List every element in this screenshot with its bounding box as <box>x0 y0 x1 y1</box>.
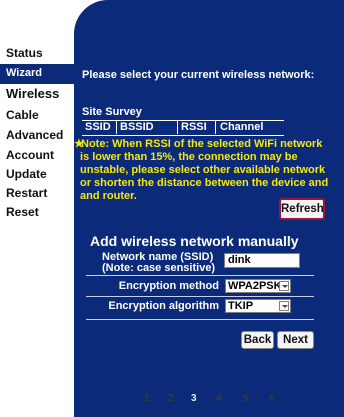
column-divider <box>177 121 178 134</box>
page-step-4: 4 <box>216 393 222 404</box>
note-line: is lower than 15%, the connection may be <box>80 151 298 163</box>
sidebar-item-restart[interactable]: Restart <box>6 186 47 200</box>
sidebar-item-wireless[interactable]: Wireless <box>6 86 59 101</box>
star-icon: ★ <box>74 138 84 150</box>
wizard-panel: Please select your current wireless netw… <box>74 0 344 417</box>
encryption-method-select[interactable]: WPA2PSK <box>225 279 291 293</box>
sidebar-item-account[interactable]: Account <box>6 148 54 162</box>
sidebar-item-reset[interactable]: Reset <box>6 205 39 219</box>
chevron-down-icon[interactable] <box>279 301 289 311</box>
sidebar-item-wizard[interactable]: Wizard <box>0 64 74 84</box>
ssid-note-line: (Note: case sensitive) <box>102 262 216 274</box>
page-step-2: 2 <box>168 393 174 404</box>
divider <box>86 275 314 276</box>
ssid-input[interactable]: dink <box>224 253 300 268</box>
page-heading: Please select your current wireless netw… <box>82 69 315 81</box>
column-channel[interactable]: Channel <box>220 121 263 133</box>
note-line: Note: When RSSI of the selected WiFi net… <box>81 138 323 150</box>
encryption-algorithm-select[interactable]: TKIP <box>225 299 291 313</box>
refresh-button[interactable]: Refresh <box>279 198 325 220</box>
chevron-down-icon[interactable] <box>279 281 289 291</box>
sidebar-item-status[interactable]: Status <box>6 46 43 60</box>
encryption-method-value: WPA2PSK <box>228 280 282 292</box>
back-button[interactable]: Back <box>241 331 274 349</box>
sidebar: Status Wizard Wireless Cable Advanced Ac… <box>0 0 74 417</box>
note-line: or shorten the distance between the devi… <box>80 177 329 189</box>
sidebar-item-cable[interactable]: Cable <box>6 108 39 122</box>
column-ssid[interactable]: SSID <box>85 121 111 133</box>
rssi-warning-note: ★ Note: When RSSI of the selected WiFi n… <box>74 138 339 203</box>
divider <box>86 319 314 320</box>
column-rssi[interactable]: RSSI <box>181 121 207 133</box>
note-line: unstable, please select other available … <box>80 164 326 176</box>
column-divider <box>215 121 216 134</box>
sidebar-item-update[interactable]: Update <box>6 167 47 181</box>
page-step-3: 3 <box>191 393 197 404</box>
site-survey-title: Site Survey <box>82 106 142 118</box>
encryption-algorithm-value: TKIP <box>228 300 254 312</box>
page-step-6: 6 <box>269 393 275 404</box>
encryption-algorithm-label: Encryption algorithm <box>108 300 219 312</box>
page-step-1: 1 <box>144 393 150 404</box>
column-divider <box>116 121 117 134</box>
next-button[interactable]: Next <box>277 331 314 349</box>
encryption-method-label: Encryption method <box>118 280 219 292</box>
divider <box>86 296 314 297</box>
column-bssid[interactable]: BSSID <box>120 121 154 133</box>
page-step-5: 5 <box>243 393 249 404</box>
sidebar-item-advanced[interactable]: Advanced <box>6 128 63 142</box>
add-network-title: Add wireless network manually <box>90 233 299 249</box>
ssid-label: Network name (SSID) (Note: case sensitiv… <box>102 252 216 274</box>
survey-bottom-rule <box>82 135 284 136</box>
